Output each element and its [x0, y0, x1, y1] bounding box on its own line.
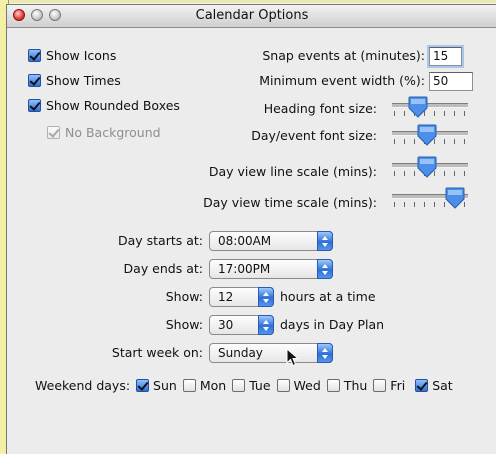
tue-check-icon[interactable] [232, 379, 246, 392]
slider-thumb-icon[interactable] [417, 124, 437, 146]
weekend-days-row: Weekend days: Sun Mon Tue Wed Thu Fri Sa… [35, 378, 453, 393]
wed-check-icon[interactable] [276, 379, 290, 392]
day-starts-value: 08:00AM [218, 234, 272, 248]
popup-arrows-icon[interactable] [317, 231, 333, 251]
popup-arrows-icon[interactable] [258, 315, 274, 335]
line-scale-label: Day view line scale (mins): [208, 164, 377, 179]
window-title: Calendar Options [195, 8, 309, 23]
start-week-popup[interactable]: Sunday [209, 343, 333, 363]
sat-check-icon[interactable] [415, 379, 429, 392]
weekend-fri-checkbox[interactable]: Fri [373, 378, 405, 393]
title-bar[interactable]: Calendar Options [7, 5, 496, 28]
tue-label: Tue [249, 378, 271, 393]
hours-show-popup[interactable]: 12 [209, 287, 274, 307]
show-icons-label: Show Icons [46, 48, 117, 63]
min-width-input[interactable]: 50 [429, 72, 473, 91]
no-background-checkbox: No Background [47, 125, 161, 140]
line-scale-slider[interactable] [390, 156, 470, 182]
no-background-label: No Background [65, 125, 161, 140]
min-width-label: Minimum event width (%): [259, 73, 425, 88]
heading-font-label: Heading font size: [263, 101, 377, 116]
slider-thumb-icon[interactable] [445, 187, 465, 209]
mouse-pointer-icon [286, 348, 300, 367]
start-week-label: Start week on: [111, 345, 203, 360]
popup-arrows-icon[interactable] [317, 259, 333, 279]
day-ends-value: 17:00PM [218, 262, 271, 276]
heading-font-slider[interactable] [390, 96, 470, 122]
options-panel: Show Icons Show Times Show Rounded Boxes… [7, 28, 496, 454]
show-times-checkbox[interactable]: Show Times [28, 73, 121, 88]
weekend-tue-checkbox[interactable]: Tue [232, 378, 271, 393]
hours-show-label: Show: [165, 289, 203, 304]
time-scale-label: Day view time scale (mins): [203, 195, 377, 210]
mon-label: Mon [199, 378, 227, 393]
popup-arrows-icon[interactable] [258, 287, 274, 307]
wed-label: Wed [293, 378, 321, 393]
day-event-font-slider[interactable] [390, 124, 470, 150]
slider-thumb-icon[interactable] [417, 156, 437, 178]
fri-check-icon[interactable] [373, 379, 387, 392]
day-event-font-label: Day/event font size: [251, 128, 377, 143]
hours-suffix-label: hours at a time [280, 289, 376, 304]
background-window-edge [0, 0, 496, 3]
show-rounded-boxes-checkbox[interactable]: Show Rounded Boxes [28, 98, 180, 113]
weekend-sat-checkbox[interactable]: Sat [415, 378, 453, 393]
weekend-sun-checkbox[interactable]: Sun [136, 378, 177, 393]
mon-check-icon[interactable] [182, 379, 196, 392]
thu-label: Thu [343, 378, 368, 393]
days-show-label: Show: [165, 317, 203, 332]
show-rounded-check-icon[interactable] [28, 99, 41, 112]
hours-show-value: 12 [218, 290, 234, 304]
weekend-days-label: Weekend days: [35, 378, 131, 393]
days-show-value: 30 [218, 318, 234, 332]
show-times-check-icon[interactable] [28, 74, 41, 87]
thu-check-icon[interactable] [326, 379, 340, 392]
day-ends-label: Day ends at: [123, 261, 203, 276]
slider-thumb-icon[interactable] [408, 96, 428, 118]
days-show-popup[interactable]: 30 [209, 315, 274, 335]
day-ends-popup[interactable]: 17:00PM [209, 259, 333, 279]
show-rounded-label: Show Rounded Boxes [46, 98, 180, 113]
weekend-mon-checkbox[interactable]: Mon [182, 378, 227, 393]
snap-minutes-input[interactable]: 15 [427, 45, 464, 68]
fri-label: Fri [390, 378, 406, 393]
weekend-thu-checkbox[interactable]: Thu [326, 378, 368, 393]
day-starts-popup[interactable]: 08:00AM [209, 231, 333, 251]
show-icons-check-icon[interactable] [28, 49, 41, 62]
sat-label: Sat [432, 378, 453, 393]
weekend-wed-checkbox[interactable]: Wed [276, 378, 321, 393]
calendar-options-window: Calendar Options Show Icons Show Times S… [6, 4, 496, 454]
snap-label: Snap events at (minutes): [262, 48, 425, 63]
sun-check-icon[interactable] [136, 379, 150, 392]
popup-arrows-icon[interactable] [317, 343, 333, 363]
start-week-value: Sunday [218, 346, 263, 360]
days-suffix-label: days in Day Plan [280, 317, 385, 332]
show-times-label: Show Times [46, 73, 121, 88]
day-starts-label: Day starts at: [117, 233, 203, 248]
time-scale-slider[interactable] [390, 187, 470, 213]
show-icons-checkbox[interactable]: Show Icons [28, 48, 116, 63]
no-background-check-icon [47, 126, 60, 139]
sun-label: Sun [153, 378, 177, 393]
